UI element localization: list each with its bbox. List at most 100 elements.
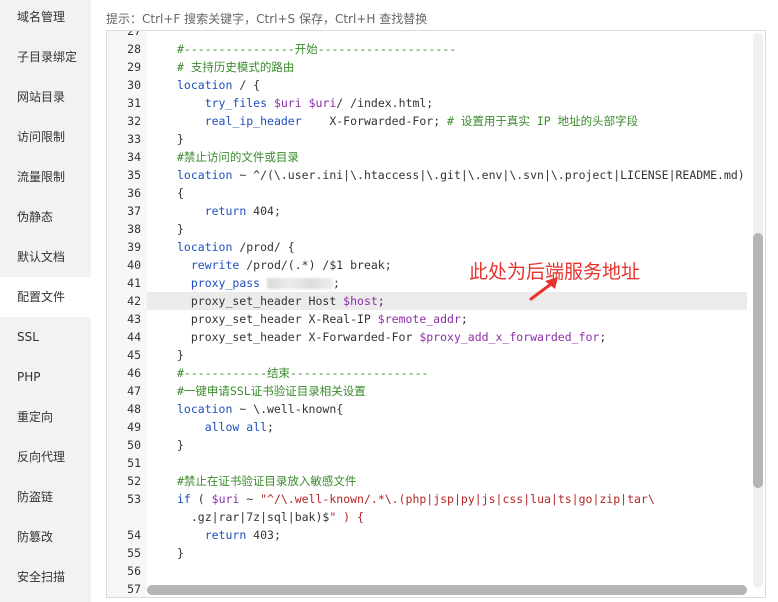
code-text[interactable]: } — [147, 220, 747, 238]
code-line[interactable]: 40 rewrite /prod/(.*) /$1 break; — [107, 256, 747, 274]
code-line[interactable]: 27 — [107, 31, 747, 40]
line-number: 31 — [127, 96, 141, 110]
line-number: 49 — [127, 420, 141, 434]
code-line[interactable]: 53 if ( $uri ~ "^/\.well-known/.*\.(php|j… — [107, 490, 747, 508]
code-text[interactable]: #禁止在证书验证目录放入敏感文件 — [147, 472, 747, 490]
code-line[interactable]: 43 proxy_set_header X-Real-IP $remote_ad… — [107, 310, 747, 328]
code-line[interactable]: 33} — [107, 130, 747, 148]
code-line[interactable]: 55} — [107, 544, 747, 562]
code-line[interactable]: 41 proxy_pass ; — [107, 274, 747, 292]
sidebar-item-12[interactable]: 防盗链 — [0, 477, 91, 517]
line-number: 51 — [127, 456, 141, 470]
code-text[interactable]: } — [147, 436, 747, 454]
vertical-scroll-thumb[interactable] — [753, 233, 763, 488]
code-line[interactable]: 38} — [107, 220, 747, 238]
sidebar-item-13[interactable]: 防篡改 — [0, 517, 91, 557]
code-text[interactable]: .gz|rar|7z|sql|bak)$" ) { — [147, 508, 747, 526]
code-line[interactable]: 44 proxy_set_header X-Forwarded-For $pro… — [107, 328, 747, 346]
code-text[interactable]: } — [147, 346, 747, 364]
line-number: 30 — [127, 78, 141, 92]
code-text[interactable]: proxy_pass ; — [147, 274, 747, 292]
code-text[interactable]: proxy_set_header Host $host; — [147, 292, 747, 310]
code-editor[interactable]: 27 28 #----------------开始-----------------… — [106, 30, 766, 598]
sidebar-item-1[interactable]: 子目录绑定 — [0, 37, 91, 77]
code-text[interactable]: return 403; — [147, 526, 747, 544]
line-number: 38 — [127, 222, 141, 236]
code-text[interactable] — [147, 454, 747, 472]
code-line[interactable]: 50} — [107, 436, 747, 454]
code-line[interactable]: 28 #----------------开始-------------------… — [107, 40, 747, 58]
line-number: 57 — [127, 582, 141, 596]
code-line[interactable]: 48 location ~ \.well-known{ — [107, 400, 747, 418]
sidebar-item-7[interactable]: 配置文件 — [0, 277, 91, 317]
line-number: 39 — [127, 240, 141, 254]
code-text[interactable]: try_files $uri $uri/ /index.html; — [147, 94, 747, 112]
code-line[interactable]: 51 — [107, 454, 747, 472]
code-text[interactable] — [147, 562, 747, 580]
code-text[interactable]: location ~ ^/(\.user.ini|\.htaccess|\.gi… — [147, 166, 747, 184]
code-text[interactable]: if ( $uri ~ "^/\.well-known/.*\.(php|jsp… — [147, 490, 747, 508]
code-line[interactable]: 49 allow all; — [107, 418, 747, 436]
code-text[interactable]: } — [147, 544, 747, 562]
sidebar-item-10[interactable]: 重定向 — [0, 397, 91, 437]
sidebar-item-4[interactable]: 流量限制 — [0, 157, 91, 197]
code-text[interactable]: location / { — [147, 76, 747, 94]
code-text[interactable]: #----------------开始-------------------- — [147, 40, 747, 58]
code-line[interactable]: 34 #禁止访问的文件或目录 — [107, 148, 747, 166]
vertical-scrollbar[interactable] — [753, 33, 763, 588]
line-number: 43 — [127, 312, 141, 326]
code-text[interactable]: real_ip_header X-Forwarded-For; # 设置用于真实… — [147, 112, 747, 130]
code-text[interactable]: # 支持历史模式的路由 — [147, 58, 747, 76]
code-line[interactable]: 47 #一键申请SSL证书验证目录相关设置 — [107, 382, 747, 400]
code-line[interactable]: 54 return 403; — [107, 526, 747, 544]
code-line[interactable]: 31 try_files $uri $uri/ /index.html; — [107, 94, 747, 112]
code-text[interactable]: #禁止访问的文件或目录 — [147, 148, 747, 166]
horizontal-scrollbar[interactable] — [147, 585, 747, 595]
code-line[interactable]: 39 location /prod/ { — [107, 238, 747, 256]
code-line[interactable]: 30 location / { — [107, 76, 747, 94]
line-number: 28 — [127, 42, 141, 56]
sidebar-item-2[interactable]: 网站目录 — [0, 77, 91, 117]
code-line[interactable]: 35 location ~ ^/(\.user.ini|\.htaccess|\.… — [107, 166, 747, 184]
line-number: 42 — [127, 294, 141, 308]
code-line[interactable]: 52 #禁止在证书验证目录放入敏感文件 — [107, 472, 747, 490]
code-line[interactable]: 32 real_ip_header X-Forwarded-For; # 设置用… — [107, 112, 747, 130]
code-line[interactable]: 42 proxy_set_header Host $host; — [107, 292, 747, 310]
sidebar-item-14[interactable]: 安全扫描 — [0, 557, 91, 597]
code-text[interactable]: } — [147, 130, 747, 148]
code-line[interactable]: 37 return 404; — [107, 202, 747, 220]
code-text[interactable]: { — [147, 184, 747, 202]
line-number: 44 — [127, 330, 141, 344]
sidebar-item-8[interactable]: SSL — [0, 317, 91, 357]
line-number: 45 — [127, 348, 141, 362]
code-text[interactable]: allow all; — [147, 418, 747, 436]
horizontal-scroll-thumb[interactable] — [147, 585, 747, 595]
line-number: 47 — [127, 384, 141, 398]
sidebar-item-3[interactable]: 访问限制 — [0, 117, 91, 157]
code-line[interactable]: 46 #------------结束-------------------- — [107, 364, 747, 382]
line-number: 54 — [127, 528, 141, 542]
code-text[interactable]: return 404; — [147, 202, 747, 220]
line-number: 55 — [127, 546, 141, 560]
sidebar-item-5[interactable]: 伪静态 — [0, 197, 91, 237]
code-text[interactable]: proxy_set_header X-Real-IP $remote_addr; — [147, 310, 747, 328]
sidebar-item-0[interactable]: 域名管理 — [0, 0, 91, 37]
code-text[interactable]: #一键申请SSL证书验证目录相关设置 — [147, 382, 747, 400]
sidebar-item-6[interactable]: 默认文档 — [0, 237, 91, 277]
code-line[interactable]: 36 { — [107, 184, 747, 202]
line-number: 33 — [127, 132, 141, 146]
code-text[interactable]: #------------结束-------------------- — [147, 364, 747, 382]
line-number: 46 — [127, 366, 141, 380]
code-line[interactable]: 56 — [107, 562, 747, 580]
sidebar-item-9[interactable]: PHP — [0, 357, 91, 397]
line-number: 35 — [127, 168, 141, 182]
sidebar-item-11[interactable]: 反向代理 — [0, 437, 91, 477]
code-line[interactable]: 45} — [107, 346, 747, 364]
code-line[interactable]: 29 # 支持历史模式的路由 — [107, 58, 747, 76]
code-text[interactable]: location /prod/ { — [147, 238, 747, 256]
code-text[interactable] — [147, 31, 747, 40]
code-line[interactable]: .gz|rar|7z|sql|bak)$" ) { — [107, 508, 747, 526]
code-text[interactable]: proxy_set_header X-Forwarded-For $proxy_… — [147, 328, 747, 346]
code-text[interactable]: location ~ \.well-known{ — [147, 400, 747, 418]
code-text[interactable]: rewrite /prod/(.*) /$1 break; — [147, 256, 747, 274]
